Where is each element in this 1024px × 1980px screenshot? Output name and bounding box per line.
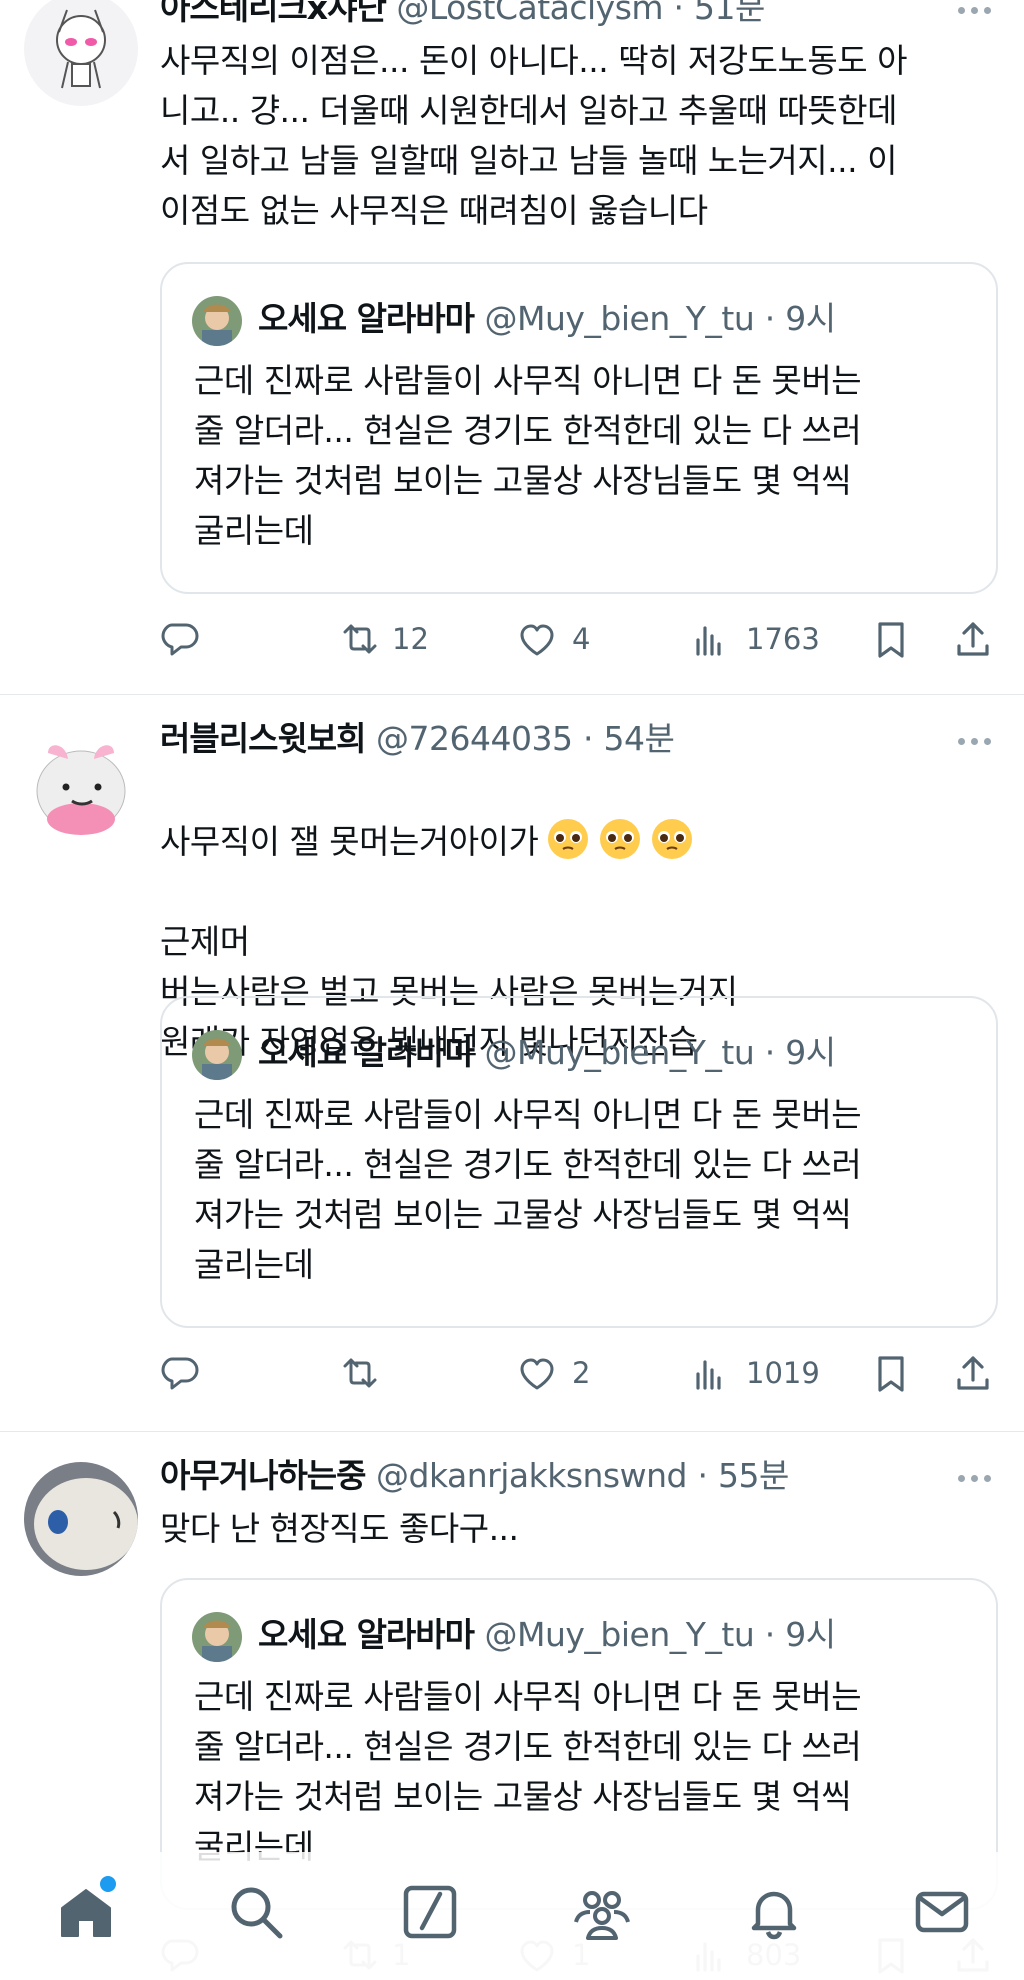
views-button[interactable]: 1019 <box>690 1348 820 1398</box>
handle[interactable]: @LostCataclysm <box>396 0 663 27</box>
share-icon <box>957 1356 989 1390</box>
quoted-header: 오세요 알라바마 @Muy_bien_Y_tu · 9시 <box>258 296 836 342</box>
display-name[interactable]: 러블리스윗보희 <box>160 719 367 758</box>
tweet-item[interactable]: 아스테리크x샤단 @LostCataclysm · 51분 사무직의 이점은..… <box>0 0 1024 694</box>
notifications-icon <box>751 1891 797 1940</box>
quoted-tweet[interactable]: 오세요 알라바마 @Muy_bien_Y_tu · 9시 근데 진짜로 사람들이… <box>160 996 998 1328</box>
quoted-handle: @Muy_bien_Y_tu <box>484 299 755 338</box>
quoted-timestamp: 9시 <box>785 1615 836 1654</box>
quoted-avatar <box>192 296 242 346</box>
repost-icon <box>343 1358 377 1388</box>
repost-button[interactable] <box>336 1348 392 1398</box>
like-count: 4 <box>572 622 591 656</box>
more-options-icon[interactable] <box>958 735 998 747</box>
bottom-navigation <box>0 1852 1024 1978</box>
tweet-header: 아스테리크x샤단 @LostCataclysm · 51분 <box>160 0 765 28</box>
repost-icon <box>343 624 377 654</box>
home-unread-dot <box>98 1874 118 1894</box>
share-button[interactable] <box>952 1348 994 1398</box>
quoted-header: 오세요 알라바마 @Muy_bien_Y_tu · 9시 <box>258 1030 836 1076</box>
separator: · <box>764 299 776 338</box>
display-name[interactable]: 아스테리크x샤단 <box>160 0 387 27</box>
quoted-text: 근데 진짜로 사람들이 사무직 아니면 다 돈 못버는 줄 알더라... 현실은… <box>194 1095 862 1284</box>
pleading-face-emoji <box>650 817 694 861</box>
view-count: 1763 <box>746 622 820 656</box>
timestamp[interactable]: 54분 <box>604 719 675 758</box>
like-icon <box>520 624 554 656</box>
separator: · <box>764 1615 776 1654</box>
messages-icon <box>915 1891 969 1933</box>
quoted-avatar <box>192 1030 242 1080</box>
tweet-text-first-line: 사무직이 잴 못머는거아이가 <box>160 822 539 861</box>
avatar[interactable] <box>24 727 138 841</box>
quoted-timestamp: 9시 <box>785 1033 836 1072</box>
like-icon <box>520 1358 554 1390</box>
quoted-text: 근데 진짜로 사람들이 사무직 아니면 다 돈 못버는 줄 알더라... 현실은… <box>194 361 862 550</box>
like-button[interactable]: 4 <box>516 614 590 664</box>
tweet-text: 사무직의 이점은... 돈이 아니다... 딱히 저강도노동도 아 니고.. 걍… <box>160 41 907 230</box>
display-name[interactable]: 아무거나하는중 <box>160 1456 367 1495</box>
tab-communities[interactable] <box>572 1882 632 1942</box>
action-bar: 2 1019 <box>160 1348 1010 1398</box>
like-count: 2 <box>572 1356 591 1390</box>
quoted-tweet[interactable]: 오세요 알라바마 @Muy_bien_Y_tu · 9시 근데 진짜로 사람들이… <box>160 262 998 594</box>
action-bar: 12 4 1763 <box>160 614 1010 664</box>
handle[interactable]: @dkanrjakksnswnd <box>376 1456 687 1495</box>
timestamp[interactable]: 55분 <box>718 1456 789 1495</box>
reply-button[interactable] <box>160 614 202 664</box>
share-button[interactable] <box>952 614 994 664</box>
tweet-header: 러블리스윗보희 @72644035 · 54분 <box>160 719 675 759</box>
avatar[interactable] <box>24 0 138 106</box>
quoted-display-name: 오세요 알라바마 <box>258 299 475 338</box>
tweet-header: 아무거나하는중 @dkanrjakksnswnd · 55분 <box>160 1456 789 1496</box>
views-icon <box>696 1360 721 1390</box>
more-options-icon[interactable] <box>958 1472 998 1484</box>
reply-button[interactable] <box>160 1348 202 1398</box>
separator: · <box>697 1456 708 1495</box>
tab-messages[interactable] <box>912 1882 972 1942</box>
separator: · <box>673 0 685 27</box>
bookmark-icon <box>878 622 904 658</box>
tab-notifications[interactable] <box>744 1882 804 1942</box>
quoted-display-name: 오세요 알라바마 <box>258 1615 475 1654</box>
tab-grok[interactable] <box>400 1882 460 1942</box>
more-options-icon[interactable] <box>958 4 998 16</box>
quoted-avatar <box>192 1612 242 1662</box>
timestamp[interactable]: 51분 <box>694 0 765 27</box>
repost-count: 12 <box>392 622 429 656</box>
tweet-item[interactable]: 러블리스윗보희 @72644035 · 54분 사무직이 잴 못머는거아이가 근… <box>0 695 1024 1431</box>
tweet-text-line: 사무직이 잴 못머는거아이가 <box>160 817 1000 867</box>
bookmark-button[interactable] <box>870 614 912 664</box>
bookmark-icon <box>878 1356 904 1392</box>
views-icon <box>696 626 721 656</box>
reply-icon <box>161 623 199 656</box>
handle[interactable]: @72644035 <box>376 719 573 758</box>
quoted-handle: @Muy_bien_Y_tu <box>484 1615 755 1654</box>
share-icon <box>957 622 989 656</box>
repost-button[interactable]: 12 <box>336 614 429 664</box>
quoted-text: 근데 진짜로 사람들이 사무직 아니면 다 돈 못버는 줄 알더라... 현실은… <box>194 1677 862 1866</box>
search-icon <box>231 1887 283 1939</box>
pleading-face-emoji <box>546 817 590 861</box>
pleading-face-emoji <box>598 817 642 861</box>
communities-icon <box>574 1891 630 1940</box>
quoted-timestamp: 9시 <box>785 299 836 338</box>
views-button[interactable]: 1763 <box>690 614 820 664</box>
quoted-header: 오세요 알라바마 @Muy_bien_Y_tu · 9시 <box>258 1612 836 1658</box>
bookmark-button[interactable] <box>870 1348 912 1398</box>
grok-icon <box>403 1885 457 1939</box>
separator: · <box>583 719 594 758</box>
separator: · <box>764 1033 776 1072</box>
tab-search[interactable] <box>226 1882 286 1942</box>
avatar[interactable] <box>24 1462 138 1576</box>
tweet-text: 맞다 난 현장직도 좋다구... <box>160 1509 519 1548</box>
view-count: 1019 <box>746 1356 820 1390</box>
like-button[interactable]: 2 <box>516 1348 590 1398</box>
quoted-display-name: 오세요 알라바마 <box>258 1033 475 1072</box>
quoted-handle: @Muy_bien_Y_tu <box>484 1033 755 1072</box>
reply-icon <box>161 1357 199 1390</box>
